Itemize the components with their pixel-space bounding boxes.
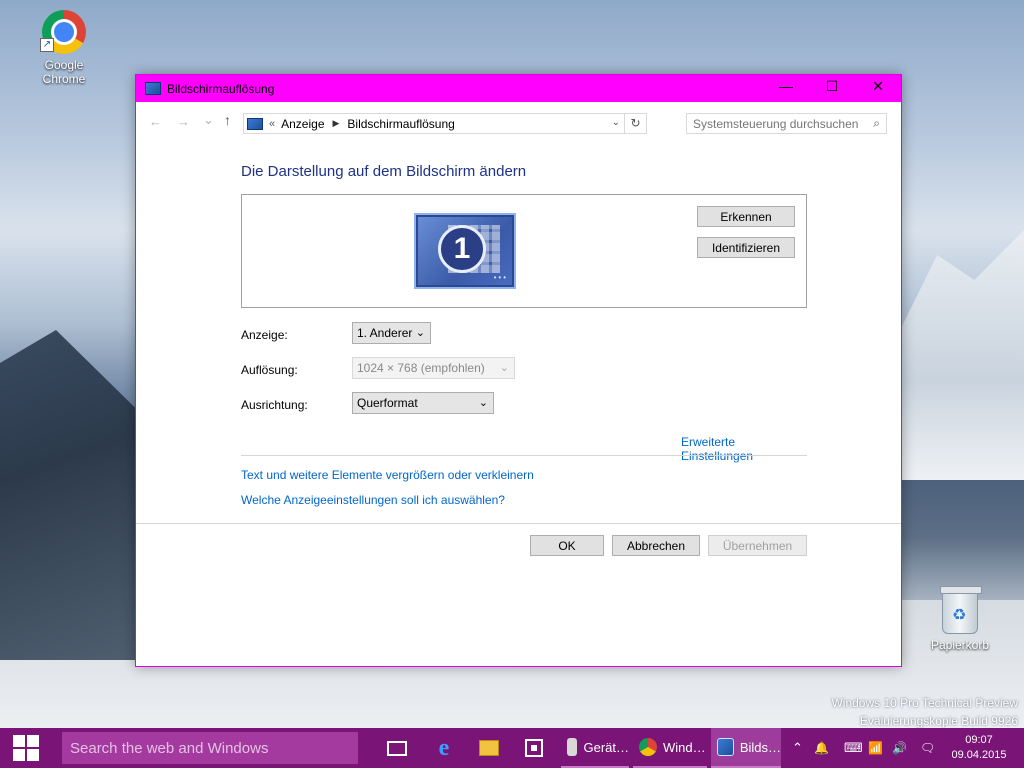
monitor-preview-panel: 1 ••• Erkennen Identifizieren [241, 194, 807, 308]
shortcut-arrow-icon: ↗ [40, 38, 54, 52]
taskbar-task-chrome[interactable]: Wind… [633, 728, 707, 768]
minimize-button[interactable]: — [763, 75, 809, 97]
os-watermark: Windows 10 Pro Technical Preview Evaluie… [831, 694, 1018, 730]
navigation-bar: ← → ⌄ ↑ « Anzeige ▶ Bildschirmauflösung … [136, 102, 901, 142]
taskbar-search-input[interactable] [70, 739, 350, 757]
window-controls: — ☐ ✕ [763, 75, 901, 97]
wallpaper-mountain-left [0, 330, 140, 660]
taskbar-search [62, 732, 358, 764]
back-arrow-icon[interactable]: ← [149, 114, 162, 129]
footer-divider [136, 523, 901, 524]
taskbar-task-chrome-label: Wind… [663, 739, 706, 755]
screen-resolution-window: Bildschirmauflösung — ☐ ✕ ← → ⌄ ↑ « Anze… [135, 74, 902, 667]
watermark-line-1: Windows 10 Pro Technical Preview [831, 696, 1018, 710]
desktop-icon-chrome[interactable]: ↗ Google Chrome [22, 10, 106, 86]
desktop-icon-recycle-label: Papierkorb [930, 638, 990, 652]
task-view-icon[interactable] [383, 734, 411, 762]
forward-arrow-icon[interactable]: → [177, 114, 190, 129]
volume-icon[interactable]: 🔊 [892, 728, 907, 768]
action-center-icon[interactable]: 🗨 [920, 728, 935, 768]
clock-date: 09.04.2015 [951, 749, 1007, 761]
wallpaper-mountain-right [900, 230, 1024, 480]
display-select-value: 1. Anderer [357, 326, 413, 340]
resolution-label: Auflösung: [241, 363, 298, 377]
breadcrumb-overflow[interactable]: « [269, 118, 275, 130]
search-icon[interactable]: ⌕ [873, 116, 880, 131]
store-icon[interactable] [520, 734, 548, 762]
display-app-icon [717, 738, 734, 756]
recent-locations-icon[interactable]: ⌄ [203, 112, 214, 128]
breadcrumb-resolution[interactable]: Bildschirmauflösung [347, 117, 454, 131]
device-manager-icon [567, 738, 578, 756]
apply-button: Übernehmen [708, 535, 807, 556]
control-panel-search: ⌕ [686, 113, 887, 134]
close-button[interactable]: ✕ [855, 75, 901, 97]
start-button[interactable] [0, 728, 52, 768]
notification-icon[interactable]: 🔔 [814, 728, 829, 768]
display-app-icon [145, 82, 161, 95]
network-icon[interactable]: 📶 [868, 728, 883, 768]
display-label: Anzeige: [241, 328, 288, 342]
monitor-dots: ••• [493, 273, 508, 282]
taskbar-task-display[interactable]: Bilds… [711, 728, 781, 768]
monitor-1-icon[interactable]: 1 ••• [414, 213, 516, 289]
orientation-select[interactable]: Querformat ⌄ [352, 392, 494, 414]
identify-button[interactable]: Identifizieren [697, 237, 795, 258]
desktop-icon-chrome-label: Google Chrome [42, 58, 86, 86]
page-title: Die Darstellung auf dem Bildschirm änder… [241, 163, 527, 180]
which-settings-link[interactable]: Welche Anzeigeeinstellungen soll ich aus… [241, 493, 505, 507]
file-explorer-icon[interactable] [475, 734, 503, 762]
clock-time: 09:07 [965, 734, 993, 746]
window-title: Bildschirmauflösung [167, 81, 275, 96]
chevron-down-icon: ⌄ [478, 397, 488, 409]
recycle-bin-icon: ♻ [940, 586, 982, 634]
keyboard-icon[interactable]: ⌨ [844, 728, 863, 768]
resolution-select: 1024 × 768 (empfohlen) ⌄ [352, 357, 515, 379]
taskbar-clock[interactable]: 09:07 09.04.2015 [950, 733, 1008, 763]
chevron-down-icon: ⌄ [499, 362, 509, 374]
breadcrumb-anzeige[interactable]: Anzeige [281, 117, 324, 131]
orientation-label: Ausrichtung: [241, 398, 308, 412]
internet-explorer-icon[interactable]: e [430, 734, 458, 762]
tray-overflow-icon[interactable]: ⌃ [792, 728, 803, 768]
title-bar[interactable]: Bildschirmauflösung — ☐ ✕ [136, 75, 901, 102]
chrome-icon [639, 738, 657, 756]
search-input[interactable] [693, 116, 865, 131]
cancel-button[interactable]: Abbrechen [612, 535, 700, 556]
refresh-icon[interactable]: ↻ [624, 114, 646, 133]
content-divider [241, 455, 807, 456]
resolution-select-value: 1024 × 768 (empfohlen) [357, 361, 485, 375]
display-select[interactable]: 1. Anderer ⌄ [352, 322, 431, 344]
up-arrow-icon[interactable]: ↑ [224, 112, 231, 128]
windows-logo-icon [13, 735, 39, 761]
taskbar-task-display-label: Bilds… [739, 739, 781, 755]
taskbar: e Gerät… Wind… Bilds… ⌃ 🔔 ⌨ 📶 🔊 🗨 09:07 … [0, 728, 1024, 768]
address-bar[interactable]: « Anzeige ▶ Bildschirmauflösung ⌄ ↻ [243, 113, 647, 134]
display-location-icon [247, 117, 263, 130]
address-dropdown-icon[interactable]: ⌄ [612, 117, 620, 128]
orientation-select-value: Querformat [357, 396, 418, 410]
maximize-button[interactable]: ☐ [809, 75, 855, 97]
detect-button[interactable]: Erkennen [697, 206, 795, 227]
chevron-down-icon: ⌄ [415, 327, 425, 339]
advanced-settings-link[interactable]: Erweiterte Einstellungen [681, 435, 807, 463]
text-size-link[interactable]: Text und weitere Elemente vergrößern ode… [241, 468, 534, 482]
taskbar-task-devices[interactable]: Gerät… [561, 728, 629, 768]
monitor-number: 1 [438, 225, 486, 273]
desktop-icon-recycle-bin[interactable]: ♻ Papierkorb [918, 586, 1002, 652]
breadcrumb-separator-icon[interactable]: ▶ [333, 118, 340, 129]
taskbar-task-devices-label: Gerät… [583, 739, 629, 755]
main-content: Die Darstellung auf dem Bildschirm änder… [241, 163, 807, 507]
ok-button[interactable]: OK [530, 535, 604, 556]
